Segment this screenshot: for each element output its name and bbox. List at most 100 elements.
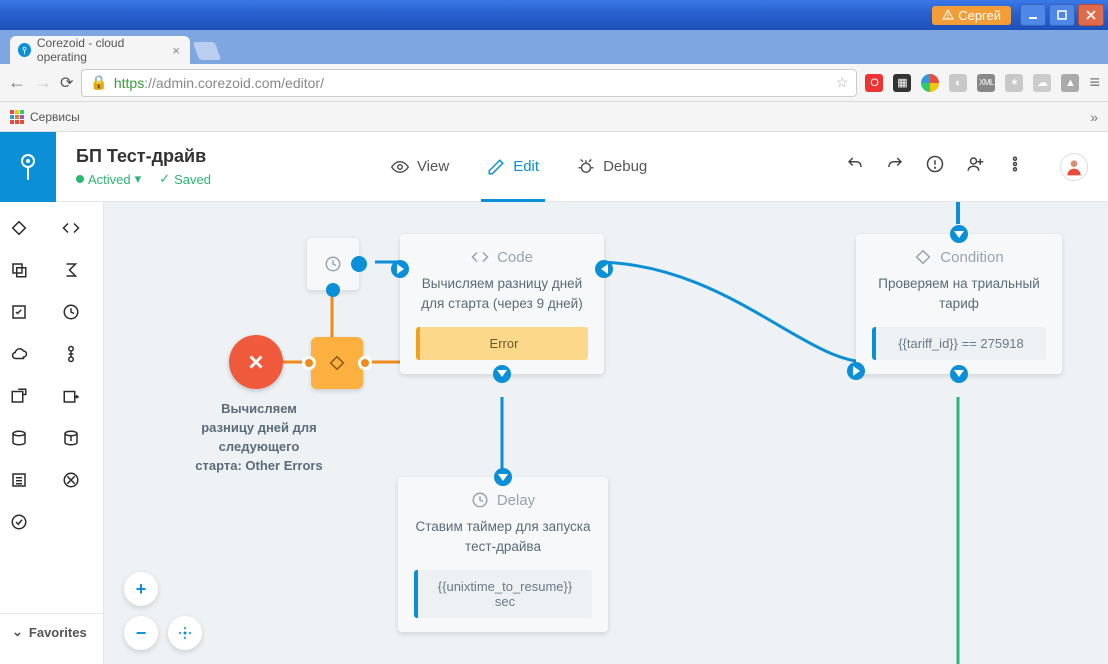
chrome-menu-icon[interactable]: ≡ bbox=[1089, 72, 1100, 93]
workspace: ⌄ Favorites bbox=[0, 202, 1108, 664]
tool-modify-icon[interactable] bbox=[7, 300, 31, 324]
tool-db-icon[interactable] bbox=[7, 426, 31, 450]
ext-xml-icon[interactable]: XML bbox=[977, 74, 995, 92]
tab-close-icon[interactable]: × bbox=[172, 43, 180, 58]
tool-cancel-icon[interactable] bbox=[59, 468, 83, 492]
ext-cloud-icon[interactable]: ☁ bbox=[1033, 74, 1051, 92]
share-icon[interactable] bbox=[966, 155, 984, 178]
url-host: ://admin.corezoid.com bbox=[144, 75, 281, 91]
url-input[interactable]: 🔒 https://admin.corezoid.com/editor/ ☆ bbox=[81, 69, 857, 97]
info-icon[interactable] bbox=[926, 155, 944, 178]
tab-edit[interactable]: Edit bbox=[487, 132, 539, 202]
redo-icon[interactable] bbox=[886, 155, 904, 178]
node-rule[interactable]: {{unixtime_to_resume}} sec bbox=[414, 570, 592, 618]
condition-icon bbox=[328, 354, 346, 372]
port-in-icon[interactable] bbox=[391, 260, 409, 278]
close-icon bbox=[245, 351, 267, 373]
zoom-out-button[interactable]: − bbox=[124, 616, 158, 650]
zoom-controls: + − bbox=[124, 572, 202, 650]
port-out-icon[interactable] bbox=[950, 365, 968, 383]
tool-queue-icon[interactable] bbox=[7, 384, 31, 408]
bug-icon bbox=[577, 158, 595, 176]
nav-fwd-icon: → bbox=[34, 72, 52, 93]
port-icon[interactable] bbox=[358, 356, 372, 370]
browser-tabstrip: Corezoid - cloud operating × bbox=[0, 30, 1108, 64]
node-error-label: Вычисляем разницу дней для следующего ст… bbox=[194, 400, 324, 475]
apps-grid-icon bbox=[10, 110, 24, 124]
tool-db2-icon[interactable] bbox=[59, 426, 83, 450]
node-code[interactable]: Code Вычисляем разницу дней для старта (… bbox=[400, 234, 604, 374]
ext-film-icon[interactable]: ▦ bbox=[893, 74, 911, 92]
url-path: /editor/ bbox=[281, 75, 324, 91]
port-icon[interactable] bbox=[302, 356, 316, 370]
tab-view[interactable]: View bbox=[391, 132, 449, 202]
tool-ok-icon[interactable] bbox=[7, 510, 31, 534]
os-minimize[interactable] bbox=[1020, 4, 1046, 26]
eye-icon bbox=[391, 158, 409, 176]
tool-callback-icon[interactable] bbox=[59, 384, 83, 408]
tool-delay-icon[interactable] bbox=[59, 300, 83, 324]
ext-grey2-icon[interactable]: ✶ bbox=[1005, 74, 1023, 92]
os-maximize[interactable] bbox=[1049, 4, 1075, 26]
canvas[interactable]: Вычисляем разницу дней для следующего ст… bbox=[104, 202, 1108, 664]
extensions: O ▦ ◐ XML ✶ ☁ ▲ ≡ bbox=[865, 72, 1100, 93]
tool-copy-icon[interactable] bbox=[7, 258, 31, 282]
url-scheme: https bbox=[114, 75, 144, 91]
zoom-in-button[interactable]: + bbox=[124, 572, 158, 606]
os-user-badge[interactable]: Сергей bbox=[932, 6, 1011, 25]
port-in-icon[interactable] bbox=[950, 225, 968, 243]
node-desc: Вычисляем разницу дней для старта (через… bbox=[416, 274, 588, 315]
clock-icon bbox=[471, 491, 489, 509]
browser-tab[interactable]: Corezoid - cloud operating × bbox=[10, 36, 190, 64]
reload-icon[interactable]: ⟳ bbox=[60, 73, 73, 93]
condition-icon bbox=[914, 248, 932, 266]
node-small-delay[interactable] bbox=[307, 238, 359, 290]
app-logo[interactable] bbox=[0, 132, 56, 202]
chevron-down-icon: ⌄ bbox=[12, 624, 23, 640]
new-tab-button[interactable] bbox=[193, 42, 222, 60]
clock-icon bbox=[324, 255, 342, 273]
process-title: БП Тест-драйв bbox=[76, 146, 211, 167]
node-diamond[interactable] bbox=[311, 337, 363, 389]
ext-grey1-icon[interactable]: ◐ bbox=[949, 74, 967, 92]
port-icon[interactable] bbox=[326, 283, 340, 297]
port-in-icon[interactable] bbox=[494, 468, 512, 486]
browser-toolbar: ← → ⟳ 🔒 https://admin.corezoid.com/edito… bbox=[0, 64, 1108, 102]
tool-git-icon[interactable] bbox=[59, 342, 83, 366]
app-header: БП Тест-драйв Actived ▾ ✓ Saved View Edi… bbox=[0, 132, 1108, 202]
more-icon[interactable] bbox=[1006, 155, 1024, 178]
port-icon[interactable] bbox=[351, 256, 367, 272]
tool-code-icon[interactable] bbox=[59, 216, 83, 240]
port-in-icon[interactable] bbox=[595, 260, 613, 278]
tool-list-icon[interactable] bbox=[7, 468, 31, 492]
bookmark-star-icon[interactable]: ☆ bbox=[836, 74, 849, 91]
tab-debug[interactable]: Debug bbox=[577, 132, 647, 202]
tab-title: Corezoid - cloud operating bbox=[37, 36, 167, 64]
fit-screen-button[interactable] bbox=[168, 616, 202, 650]
tool-sum-icon[interactable] bbox=[59, 258, 83, 282]
bookmarks-overflow-icon[interactable]: » bbox=[1090, 109, 1098, 125]
port-out-icon[interactable] bbox=[847, 362, 865, 380]
ext-opera-icon[interactable]: O bbox=[865, 74, 883, 92]
tool-palette: ⌄ Favorites bbox=[0, 202, 104, 664]
tool-cloud-icon[interactable] bbox=[7, 342, 31, 366]
node-delay[interactable]: Delay Ставим таймер для запуска тест-дра… bbox=[398, 477, 608, 632]
nav-back-icon[interactable]: ← bbox=[8, 72, 26, 93]
os-user-name: Сергей bbox=[958, 8, 1001, 23]
favorites-section[interactable]: ⌄ Favorites bbox=[0, 613, 103, 650]
port-out-icon[interactable] bbox=[493, 365, 511, 383]
ext-toggl-icon[interactable] bbox=[921, 74, 939, 92]
node-error-pill[interactable]: Error bbox=[416, 327, 588, 360]
node-rule[interactable]: {{tariff_id}} == 275918 bbox=[872, 327, 1046, 360]
ext-drive-icon[interactable]: ▲ bbox=[1061, 74, 1079, 92]
os-close[interactable] bbox=[1078, 4, 1104, 26]
lock-icon: 🔒 bbox=[90, 74, 107, 91]
status-active[interactable]: Actived ▾ bbox=[76, 171, 141, 187]
bookmark-services[interactable]: Сервисы bbox=[10, 110, 80, 124]
code-icon bbox=[471, 248, 489, 266]
tool-condition-icon[interactable] bbox=[7, 216, 31, 240]
node-condition[interactable]: Condition Проверяем на триальный тариф {… bbox=[856, 234, 1062, 374]
undo-icon[interactable] bbox=[846, 155, 864, 178]
avatar[interactable] bbox=[1060, 153, 1088, 181]
node-error[interactable] bbox=[229, 335, 283, 389]
